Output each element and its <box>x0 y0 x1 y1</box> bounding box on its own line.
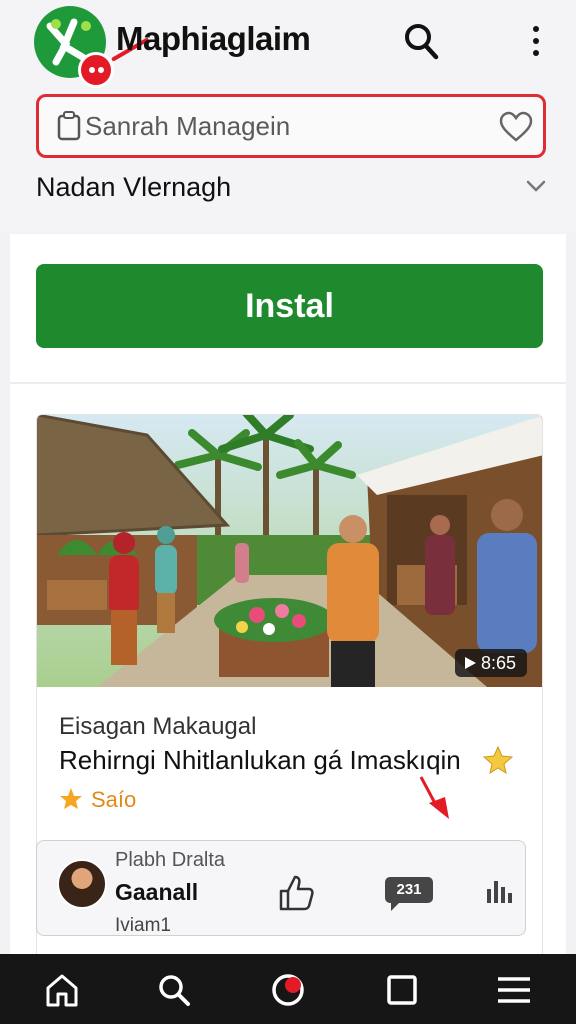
post-image[interactable] <box>37 415 543 687</box>
menu-icon[interactable] <box>496 972 532 1008</box>
author-name[interactable]: Gaanall <box>115 879 198 906</box>
red-arrow-icon <box>419 776 449 819</box>
author-meta: Iviam1 <box>115 915 171 936</box>
bottom-navigation <box>0 954 576 1024</box>
app-header: Maphiaglaim Nadan Vlernagh <box>0 0 576 232</box>
heart-icon[interactable] <box>499 111 533 143</box>
video-duration-badge: 8:65 <box>455 649 527 677</box>
star-icon <box>483 745 513 775</box>
divider <box>10 382 566 384</box>
search-icon[interactable] <box>400 20 442 62</box>
author-bar: Plabh Dralta Gaanall Iviam1 231 <box>36 840 526 936</box>
rating-label: Saío <box>91 787 137 812</box>
post-subtitle: Eisagan Makaugal <box>59 713 257 740</box>
home-icon[interactable] <box>44 972 80 1008</box>
app-logo-icon[interactable] <box>270 972 306 1008</box>
chevron-down-icon[interactable] <box>524 176 548 196</box>
thumbs-up-icon[interactable] <box>277 873 315 913</box>
rating-star-icon <box>60 788 82 809</box>
author-overline: Plabh Dralta <box>115 849 226 871</box>
notification-badge-icon <box>78 52 114 88</box>
bar-chart-icon[interactable] <box>485 877 513 905</box>
search-input[interactable] <box>85 107 485 145</box>
post-title[interactable]: Rehirngi Nhitlanlukan gá Imaskıqin <box>59 745 461 776</box>
comment-count-badge[interactable]: 231 <box>385 877 433 911</box>
search-field[interactable] <box>36 94 546 158</box>
avatar[interactable] <box>57 859 107 909</box>
more-vertical-icon[interactable] <box>522 20 550 62</box>
search-icon[interactable] <box>156 972 192 1008</box>
category-dropdown-label[interactable]: Nadan Vlernagh <box>36 172 231 203</box>
clipboard-icon <box>57 111 81 141</box>
app-title: Maphiaglaim <box>116 20 311 57</box>
install-button[interactable]: Instal <box>36 264 543 348</box>
square-icon[interactable] <box>384 972 420 1008</box>
